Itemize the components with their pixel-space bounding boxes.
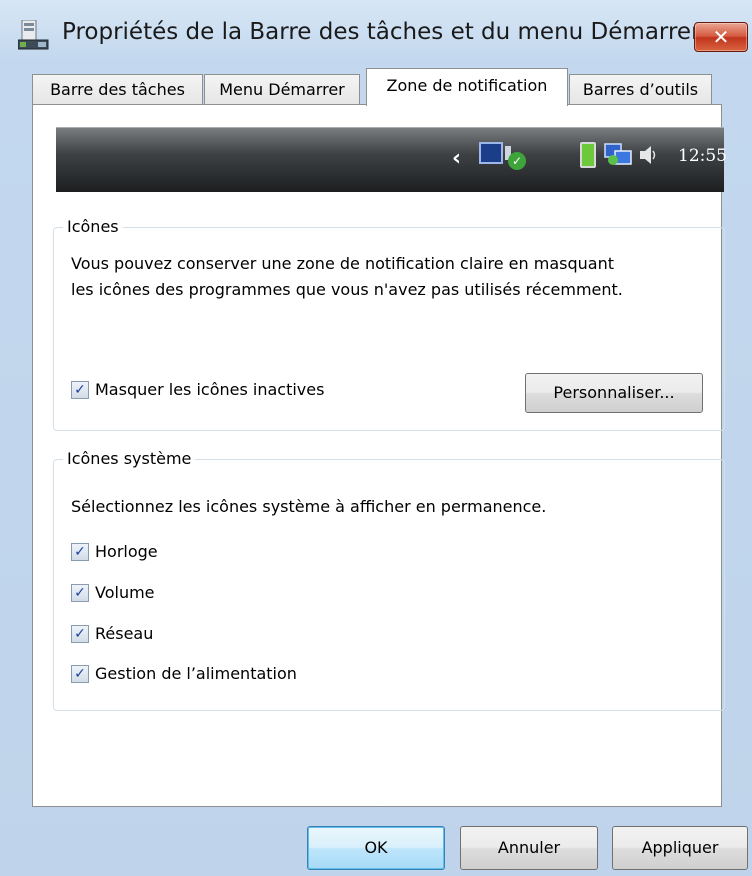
tab-strip: Barre des tâches Menu Démarrer Zone de n… [32,68,722,106]
apply-button[interactable]: Appliquer [612,826,748,870]
battery-icon [580,142,596,168]
close-icon: ✕ [712,25,730,49]
tab-start-menu[interactable]: Menu Démarrer [204,74,360,106]
checkbox-checked-icon: ✓ [71,584,89,602]
system-icons-group-legend: Icônes système [63,449,196,468]
power-label: Gestion de l’alimentation [95,664,297,683]
ok-button[interactable]: OK [307,826,445,870]
taskbar-clock: 12:55 [678,146,727,166]
cancel-button[interactable]: Annuler [460,826,598,870]
title-bar[interactable]: Propriétés de la Barre des tâches et du … [0,0,752,66]
speaker-icon [640,146,656,164]
tab-label: Barres d’outils [582,80,699,99]
properties-dialog: Propriétés de la Barre des tâches et du … [0,0,752,876]
close-button[interactable]: ✕ [694,22,748,52]
icons-group-legend: Icônes [63,217,123,236]
taskbar-preview: ‹ ✓ 12:55 [56,127,727,192]
tab-label: Barre des tâches [50,80,185,99]
taskbar-properties-icon [18,20,49,50]
apply-button-label: Appliquer [641,838,719,857]
checkbox-checked-icon: ✓ [71,625,89,643]
clock-label: Horloge [95,542,158,561]
notification-area-panel: ‹ ✓ 12:55 Icônes Vous pouvez conserver u… [32,104,727,807]
system-icons-description: Sélectionnez les icônes système à affich… [71,497,547,516]
network-icon [604,143,632,165]
tab-label: Zone de notification [386,76,548,95]
tab-toolbars[interactable]: Barres d’outils [569,74,712,106]
tab-taskbar[interactable]: Barre des tâches [32,74,203,106]
checkbox-checked-icon: ✓ [71,665,89,683]
tab-label: Menu Démarrer [219,80,345,99]
customize-button[interactable]: Personnaliser... [525,373,703,413]
chevron-left-icon: ‹ [452,146,462,171]
tab-notification-area[interactable]: Zone de notification [366,68,568,106]
network-label: Réseau [95,624,154,643]
checkbox-checked-icon: ✓ [71,543,89,561]
ok-button-label: OK [364,838,388,857]
cancel-button-label: Annuler [497,838,561,857]
icons-description-line2: les icônes des programmes que vous n'ave… [71,280,623,299]
customize-button-label: Personnaliser... [553,383,675,402]
checkbox-checked-icon: ✓ [71,381,89,399]
hide-inactive-label: Masquer les icônes inactives [95,380,325,399]
icons-description-line1: Vous pouvez conserver une zone de notifi… [71,254,614,273]
display-icon [479,142,511,164]
volume-label: Volume [95,583,155,602]
window-title: Propriétés de la Barre des tâches et du … [62,19,701,45]
security-check-icon: ✓ [508,152,526,170]
